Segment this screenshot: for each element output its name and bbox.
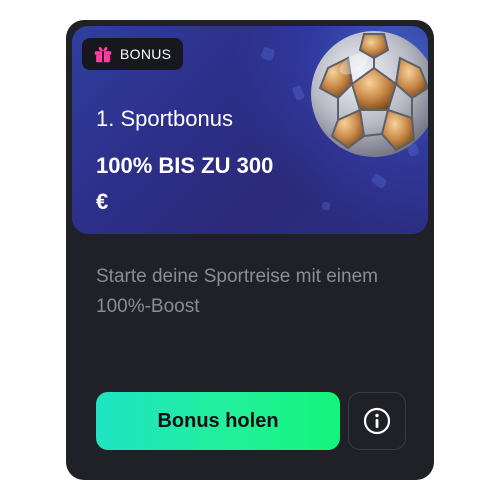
confetti-decoration [370, 172, 388, 190]
bonus-badge: BONUS [82, 38, 184, 70]
confetti-decoration [321, 201, 331, 211]
promo-description: Starte deine Sportreise mit einem 100%-B… [96, 266, 378, 317]
bonus-card: BONUS 1. Sportbonus 100% BIS ZU 300 € St… [66, 20, 434, 480]
info-button[interactable] [348, 392, 406, 450]
confetti-decoration [291, 84, 306, 102]
info-icon [363, 407, 391, 435]
soccer-ball-image [311, 31, 428, 157]
gift-icon [94, 47, 112, 63]
promo-headline: 100% BIS ZU 300 € [96, 153, 274, 214]
confetti-decoration [260, 46, 276, 62]
promo-banner: BONUS 1. Sportbonus 100% BIS ZU 300 € [72, 26, 428, 234]
promo-subtitle: 1. Sportbonus [96, 106, 233, 131]
badge-label: BONUS [120, 46, 172, 62]
claim-bonus-button[interactable]: Bonus holen [96, 392, 340, 450]
